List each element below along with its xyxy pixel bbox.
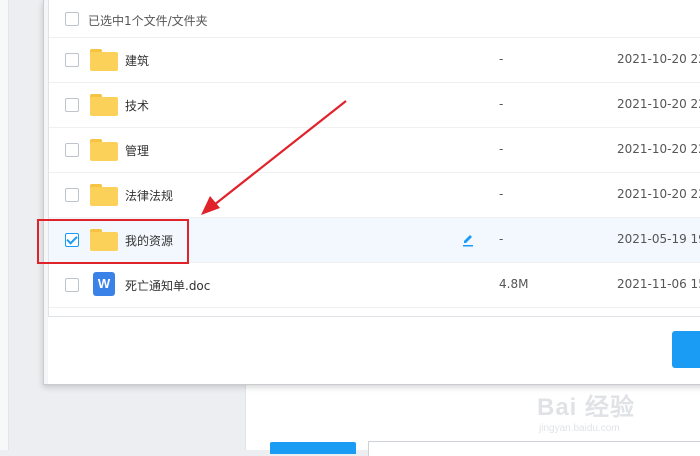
file-row-guanli[interactable]: 管理 - 2021-10-20 22 [49, 128, 700, 173]
file-date: 2021-10-20 22 [617, 187, 700, 201]
row-checkbox[interactable] [65, 188, 79, 202]
baidu-jingyan-watermark: Bai 经验 jingyan.baidu.com [535, 373, 695, 443]
file-name[interactable]: 管理 [125, 142, 149, 159]
file-row-jianzhu[interactable]: 建筑 - 2021-10-20 22 [49, 38, 700, 83]
file-size: - [499, 52, 504, 66]
file-row-doc[interactable]: W 死亡通知单.doc 4.8M 2021-11-06 15 [49, 263, 700, 308]
file-row-falvfagui[interactable]: 法律法规 - 2021-10-20 22 [49, 173, 700, 218]
file-date: 2021-05-19 19 [617, 232, 700, 246]
file-date: 2021-11-06 15 [617, 277, 700, 291]
watermark-url: jingyan.baidu.com [539, 423, 620, 434]
watermark-logo-text: Bai 经验 [537, 394, 636, 421]
file-list-header: 已选中1个文件/文件夹 [49, 0, 700, 38]
row-checkbox[interactable] [65, 143, 79, 157]
file-date: 2021-10-20 22 [617, 52, 700, 66]
row-checkbox[interactable] [65, 278, 79, 292]
page-sidebar-edge [0, 0, 9, 450]
background-input[interactable] [368, 441, 700, 456]
file-select-dialog: 已选中1个文件/文件夹 建筑 - 2021-10-20 22 技术 - 2021… [43, 0, 700, 385]
file-list: 已选中1个文件/文件夹 建筑 - 2021-10-20 22 技术 - 2021… [48, 0, 700, 317]
file-size: - [499, 187, 504, 201]
file-date: 2021-10-20 22 [617, 97, 700, 111]
confirm-button[interactable] [672, 331, 700, 368]
file-date: 2021-10-20 22 [617, 142, 700, 156]
row-checkbox[interactable] [65, 53, 79, 67]
word-doc-icon: W [93, 272, 115, 296]
background-primary-button[interactable] [270, 442, 356, 454]
folder-icon [90, 49, 118, 71]
file-name[interactable]: 技术 [125, 97, 149, 114]
folder-icon [90, 94, 118, 116]
selection-summary: 已选中1个文件/文件夹 [88, 14, 208, 28]
file-size: - [499, 97, 504, 111]
file-size: 4.8M [499, 277, 529, 291]
file-name[interactable]: 建筑 [125, 52, 149, 69]
file-size: - [499, 232, 504, 246]
folder-icon [90, 139, 118, 161]
select-all-checkbox[interactable] [65, 12, 79, 26]
file-name[interactable]: 死亡通知单.doc [125, 277, 210, 294]
pencil-edit-icon[interactable] [461, 233, 475, 247]
file-size: - [499, 142, 504, 156]
folder-icon [90, 184, 118, 206]
file-name[interactable]: 法律法规 [125, 187, 173, 204]
row-checkbox[interactable] [65, 98, 79, 112]
annotation-highlight-box [37, 219, 189, 264]
file-row-jishu[interactable]: 技术 - 2021-10-20 22 [49, 83, 700, 128]
